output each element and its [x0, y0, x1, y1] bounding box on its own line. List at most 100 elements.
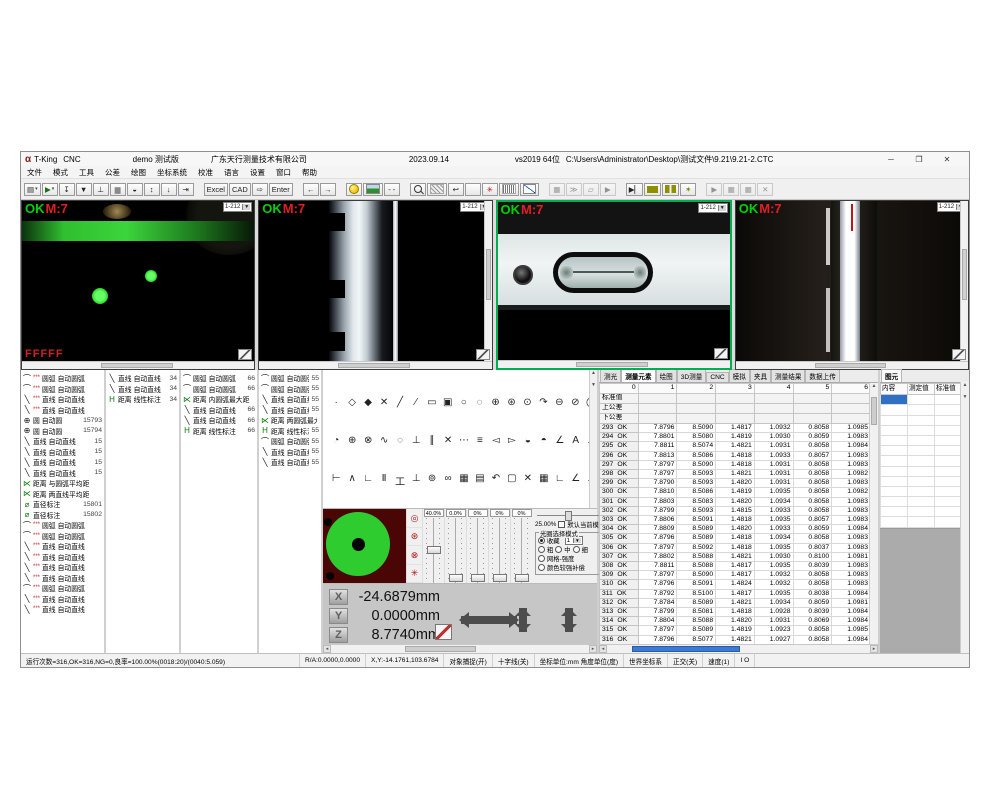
toolbar-open-run-button[interactable]: ▶▾: [42, 183, 58, 196]
tool-icon[interactable]: ∠: [571, 473, 581, 488]
toolbar-image-view-button[interactable]: [363, 183, 383, 196]
table-row[interactable]: 309OK7.87978.50901.48171.09320.80581.098…: [600, 571, 871, 580]
tool-icon[interactable]: ✕: [443, 435, 453, 446]
diagonal-move-button[interactable]: [435, 624, 452, 640]
element-row[interactable]: [881, 405, 962, 415]
measure-item[interactable]: ╲***直线自动直线: [21, 562, 104, 573]
element-cell[interactable]: [935, 435, 962, 445]
menu-帮助[interactable]: 帮助: [302, 167, 317, 178]
table-row[interactable]: 315OK7.87978.50891.48191.09230.80581.098…: [600, 626, 871, 635]
element-panel-vscrollbar[interactable]: ▲▼: [960, 382, 969, 653]
element-cell[interactable]: [908, 466, 935, 476]
camera-view-1[interactable]: OKM:7 1-212▼ FFFFF: [21, 200, 255, 370]
menu-设置[interactable]: 设置: [250, 167, 265, 178]
tab-绘图[interactable]: 绘图: [656, 369, 677, 382]
slider-thumb[interactable]: [449, 574, 463, 582]
element-cell[interactable]: [908, 517, 935, 527]
toolbar-magnifier-button[interactable]: [410, 183, 426, 196]
element-cell[interactable]: [908, 497, 935, 507]
table-row[interactable]: 297OK7.87978.50901.48181.09310.80581.098…: [600, 460, 871, 469]
element-cell[interactable]: [908, 476, 935, 486]
measure-item[interactable]: ╲***直线自动直线: [21, 594, 104, 605]
tolerance-cell[interactable]: [832, 394, 871, 404]
element-cell[interactable]: [908, 486, 935, 496]
menu-公差[interactable]: 公差: [105, 167, 120, 178]
measure-item[interactable]: ⊕圆自动圆15793: [21, 415, 104, 426]
tolerance-cell[interactable]: [638, 394, 677, 404]
element-cell[interactable]: [881, 435, 908, 445]
measure-item[interactable]: ⌒***圆弧自动圆弧: [21, 373, 104, 384]
tool-icon[interactable]: ⊢: [331, 473, 341, 488]
column-header[interactable]: 0: [600, 384, 639, 394]
toolbar-dither-button[interactable]: [499, 183, 519, 196]
element-row[interactable]: [881, 435, 962, 445]
measure-item[interactable]: ╲***直线自动直线: [21, 552, 104, 563]
element-cell[interactable]: [935, 405, 962, 415]
jog-y-arrows[interactable]: [519, 608, 527, 632]
element-row[interactable]: [881, 517, 962, 527]
element-cell[interactable]: [908, 456, 935, 466]
element-cell[interactable]: [935, 486, 962, 496]
measure-item[interactable]: ⌀直径标注15801: [21, 499, 104, 510]
toolbar-rotate-undo-button[interactable]: ↩: [448, 183, 464, 196]
measure-item[interactable]: ╲直线自动直线55: [259, 447, 321, 458]
element-cell[interactable]: [935, 456, 962, 466]
toolbar-block-down-button[interactable]: ↓: [161, 183, 177, 196]
element-cell[interactable]: [908, 446, 935, 456]
table-row[interactable]: 304OK7.88098.50891.48201.09330.80591.098…: [600, 525, 871, 534]
jog-z-arrows[interactable]: [565, 608, 573, 632]
toolbar-nav-right-button[interactable]: →: [320, 183, 336, 196]
minimize-button[interactable]: ─: [885, 155, 897, 164]
column-header[interactable]: 6: [832, 384, 871, 394]
tab-CNC[interactable]: CNC: [706, 372, 728, 382]
column-header[interactable]: 4: [754, 384, 793, 394]
element-row[interactable]: [881, 415, 962, 425]
table-hscrollbar[interactable]: ◂▸: [599, 644, 878, 653]
element-cell[interactable]: [881, 497, 908, 507]
table-row[interactable]: 294OK7.88018.50801.48191.09300.80591.098…: [600, 433, 871, 442]
element-cell[interactable]: [935, 507, 962, 517]
toolbar-probe-down-button[interactable]: ◒: [127, 183, 143, 196]
toolbar-save-b-button[interactable]: ▦: [740, 183, 756, 196]
fit-view-icon[interactable]: [476, 349, 490, 360]
tab-测光[interactable]: 测光: [600, 369, 621, 382]
element-cell[interactable]: [908, 405, 935, 415]
measure-item[interactable]: ⊕圆自动圆15794: [21, 426, 104, 437]
tool-icon[interactable]: ◒: [523, 435, 533, 446]
toolbar-send-button[interactable]: ⇨: [252, 183, 268, 196]
light-slider[interactable]: 0%: [510, 509, 532, 583]
column-header[interactable]: 1: [638, 384, 677, 394]
camera-hscrollbar[interactable]: [736, 361, 968, 369]
tool-icon[interactable]: ▢: [507, 473, 517, 488]
toolbar-tools-run-button[interactable]: ✶: [680, 183, 696, 196]
element-row[interactable]: [881, 425, 962, 435]
measure-item[interactable]: ⋉距离两圆弧最大距: [259, 415, 321, 426]
table-row[interactable]: 310OK7.87968.50911.48241.09320.80581.098…: [600, 580, 871, 589]
table-row[interactable]: 313OK7.87998.50811.48181.09280.80391.098…: [600, 608, 871, 617]
toolbar-save-a-button[interactable]: ▦: [723, 183, 739, 196]
element-cell[interactable]: [881, 486, 908, 496]
tool-icon[interactable]: ↶: [491, 473, 501, 488]
tool-icon[interactable]: ⋯: [459, 435, 469, 446]
column-header[interactable]: 2: [677, 384, 716, 394]
grid-radio[interactable]: [538, 555, 545, 562]
toolbar-step-forward-button[interactable]: ≫: [566, 183, 582, 196]
measure-item[interactable]: ╲直线自动直线15: [21, 436, 104, 447]
tool-icon[interactable]: ▻: [507, 435, 517, 446]
element-cell[interactable]: [881, 507, 908, 517]
zoom-slider[interactable]: [537, 511, 603, 519]
column-header[interactable]: 5: [793, 384, 832, 394]
tool-icon[interactable]: ≡: [475, 435, 485, 446]
menu-模式[interactable]: 模式: [53, 167, 68, 178]
tool-icon[interactable]: ∕: [411, 397, 421, 408]
tolerance-cell[interactable]: [677, 414, 716, 424]
element-cell[interactable]: [935, 497, 962, 507]
favorite-radio[interactable]: [538, 537, 545, 544]
measure-item[interactable]: ╲直线自动直线34: [106, 384, 179, 395]
menu-语言[interactable]: 语言: [224, 167, 239, 178]
element-row[interactable]: [881, 507, 962, 517]
measure-item[interactable]: ⌒***圆弧自动圆弧: [21, 531, 104, 542]
table-row[interactable]: 299OK7.87908.50931.48201.09310.80581.098…: [600, 479, 871, 488]
jog-x-arrows[interactable]: [461, 616, 517, 624]
camera-view-3[interactable]: OKM:7 1-212▼: [496, 200, 732, 370]
